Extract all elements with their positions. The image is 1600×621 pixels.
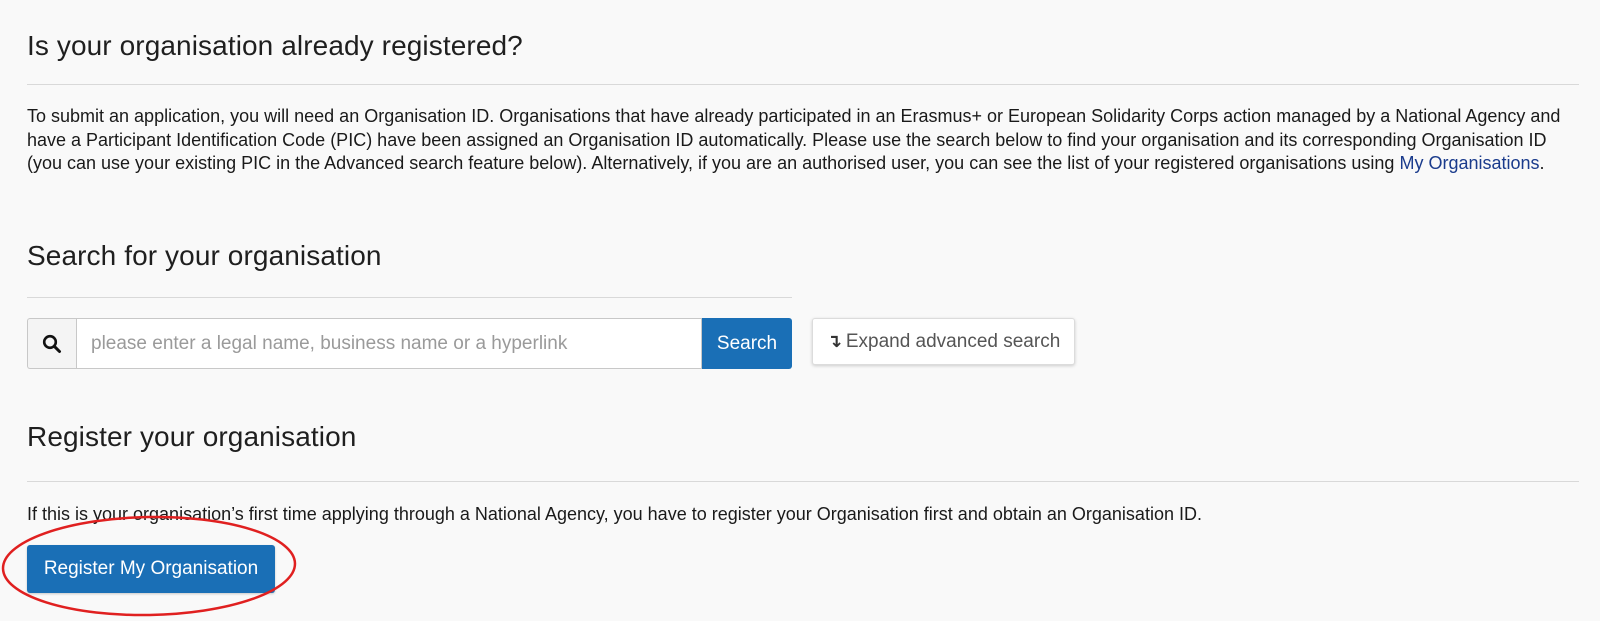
register-section-title: Register your organisation xyxy=(27,421,357,452)
register-my-organisation-button[interactable]: Register My Organisation xyxy=(27,545,275,593)
search-bar: Search xyxy=(27,318,792,369)
search-section-title: Search for your organisation xyxy=(27,240,382,271)
divider xyxy=(27,481,1579,482)
divider xyxy=(27,297,792,298)
search-input[interactable] xyxy=(76,318,702,369)
existing-section-title: Is your organisation already registered? xyxy=(27,30,523,61)
expand-advanced-search-button[interactable]: ↴ Expand advanced search xyxy=(812,318,1075,365)
intro-text: To submit an application, you will need … xyxy=(27,106,1561,173)
expand-advanced-search-label: Expand advanced search xyxy=(845,330,1061,352)
intro-paragraph: To submit an application, you will need … xyxy=(27,105,1572,176)
intro-text-end: . xyxy=(1539,153,1545,173)
my-organisations-link[interactable]: My Organisations xyxy=(1399,153,1539,173)
search-button[interactable]: Search xyxy=(702,318,792,369)
divider xyxy=(27,84,1579,85)
expand-arrow-icon: ↴ xyxy=(826,331,842,351)
register-description: If this is your organisation’s first tim… xyxy=(27,504,1202,524)
search-icon xyxy=(27,318,76,369)
